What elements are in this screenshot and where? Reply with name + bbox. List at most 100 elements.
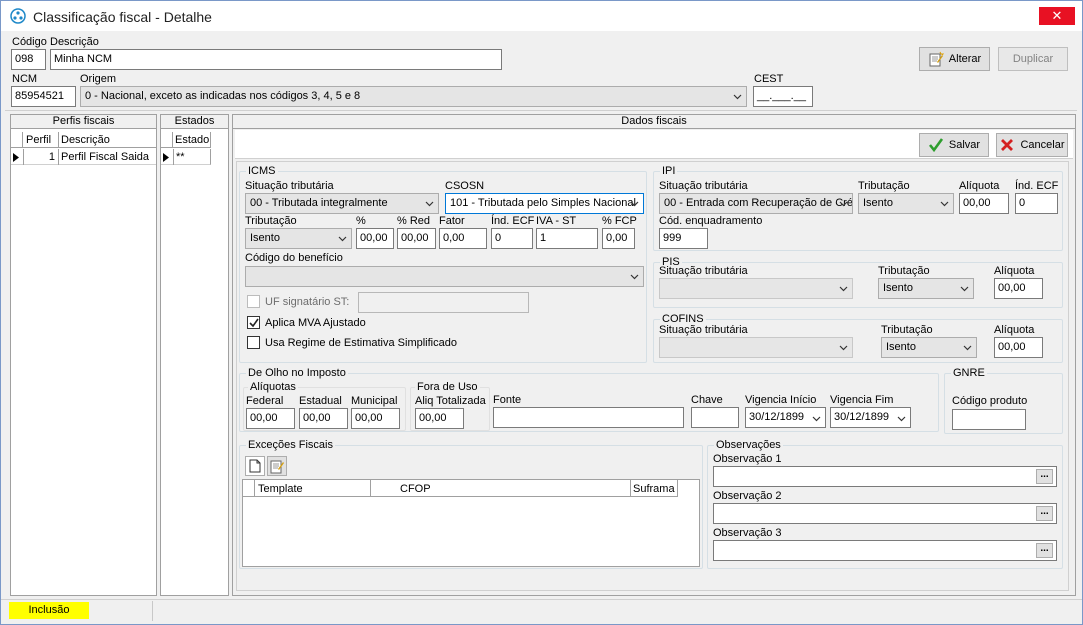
obs3-input[interactable]: ... [713,540,1057,561]
municipal-input[interactable]: 00,00 [351,408,400,429]
federal-input[interactable]: 00,00 [246,408,295,429]
cest-input[interactable]: __.___.__ [753,86,813,107]
alterar-label: Alterar [948,53,982,65]
pis-tributacao-label: Tributação [878,265,930,277]
aliq-total-input[interactable]: 00,00 [415,408,464,429]
ipi-tributacao-select[interactable]: Isento [858,193,954,214]
status-divider [152,601,153,621]
uf-signatario-input[interactable] [358,292,529,313]
fonte-input[interactable] [493,407,684,428]
checkbox-box [247,336,260,349]
perfil-cell: 1 [48,151,55,163]
obs1-ellipsis-button[interactable]: ... [1036,469,1053,484]
chevron-down-icon [630,201,639,207]
chevron-down-icon [839,345,848,351]
salvar-label: Salvar [948,139,981,151]
estados-panel: Estados Estado ** [160,114,229,596]
estadual-label: Estadual [299,395,342,407]
col-template[interactable]: Template [258,483,303,495]
ipi-situacao-select[interactable]: 00 - Entrada com Recuperação de Crédito [659,193,853,214]
aplica-mva-checkbox[interactable]: Aplica MVA Ajustado [247,316,366,329]
col-cfop[interactable]: CFOP [400,483,431,495]
ipi-ind-ecf-input[interactable]: 0 [1015,193,1058,214]
table-row[interactable]: 1 Perfil Fiscal Saida [11,149,156,165]
ipi-situacao-label: Situação tributária [659,180,748,192]
cofins-aliquota-input[interactable]: 00,00 [994,337,1043,358]
close-button[interactable]: ✕ [1039,7,1075,25]
beneficio-label: Código do benefício [245,252,343,264]
cancelar-button[interactable]: Cancelar [996,133,1068,157]
obs2-ellipsis-button[interactable]: ... [1036,506,1053,521]
cofins-tributacao-value: Isento [886,341,916,353]
pct-red-label: % Red [397,215,431,227]
beneficio-select[interactable] [245,266,644,287]
pct-fcp-label: % FCP [602,215,637,227]
obs3-label: Observação 3 [713,527,782,539]
vig-inicio-value: 30/12/1899 [749,411,805,423]
salvar-button[interactable]: Salvar [919,133,989,157]
edit-exception-button[interactable] [267,456,287,476]
enquadramento-input[interactable]: 999 [659,228,708,249]
icms-ind-ecf-input[interactable]: 0 [491,228,533,249]
excecoes-title: Exceções Fiscais [246,439,335,451]
origem-label: Origem [80,73,117,85]
cofins-tributacao-label: Tributação [881,324,933,336]
obs2-input[interactable]: ... [713,503,1057,524]
iva-st-input[interactable]: 1 [536,228,598,249]
title-bar: Classificação fiscal - Detalhe ✕ [1,1,1082,31]
gnre-codigo-input[interactable] [952,409,1026,430]
csosn-select[interactable]: 101 - Tributada pelo Simples Nacional [445,193,644,214]
cancel-x-icon [1001,139,1014,151]
excecoes-grid: Template CFOP Suframa [242,479,700,567]
codigo-input[interactable]: 098 [11,49,46,70]
chevron-down-icon [425,201,434,207]
icms-tributacao-value: Isento [250,232,280,244]
duplicar-label: Duplicar [1012,53,1054,65]
cofins-situacao-select[interactable] [659,337,853,358]
vig-fim-input[interactable]: 30/12/1899 [830,407,911,428]
regime-estimativa-checkbox[interactable]: Usa Regime de Estimativa Simplificado [247,336,457,349]
municipal-label: Municipal [351,395,398,407]
pis-tributacao-select[interactable]: Isento [878,278,974,299]
edit-icon [270,460,284,474]
icms-situacao-value: 00 - Tributada integralmente [250,197,388,209]
obs1-input[interactable]: ... [713,466,1057,487]
cofins-tributacao-select[interactable]: Isento [881,337,977,358]
pis-aliquota-label: Alíquota [994,265,1035,277]
table-row[interactable]: ** [161,149,211,165]
fora-uso-title: Fora de Uso [415,381,480,393]
icms-group: ICMS Situação tributária 00 - Tributada … [239,165,647,363]
estadual-input[interactable]: 00,00 [299,408,348,429]
ipi-aliquota-input[interactable]: 00,00 [959,193,1009,214]
descricao-input[interactable]: Minha NCM [50,49,502,70]
codigo-label: Código [12,36,47,48]
vig-inicio-input[interactable]: 30/12/1899 [745,407,826,428]
pct-red-input[interactable]: 00,00 [397,228,436,249]
fator-input[interactable]: 0,00 [439,228,487,249]
excecoes-group: Exceções Fiscais Template CFOP Suframa [239,439,703,569]
alterar-button[interactable]: Alterar [919,47,990,71]
new-document-icon [249,459,261,473]
gnre-title: GNRE [951,367,987,379]
pct-input[interactable]: 00,00 [356,228,394,249]
excecoes-grid-header: Template CFOP Suframa [243,480,678,497]
pis-aliquota-input[interactable]: 00,00 [994,278,1043,299]
col-estado[interactable]: Estado [175,134,209,146]
row-pointer-icon [13,153,19,162]
regime-label: Usa Regime de Estimativa Simplificado [265,336,457,349]
origem-select[interactable]: 0 - Nacional, exceto as indicadas nos có… [80,86,747,107]
obs3-ellipsis-button[interactable]: ... [1036,543,1053,558]
duplicar-button[interactable]: Duplicar [998,47,1068,71]
icms-tributacao-select[interactable]: Isento [245,228,352,249]
col-descricao[interactable]: Descrição [61,134,110,146]
icms-situacao-select[interactable]: 00 - Tributada integralmente [245,193,439,214]
uf-signatario-checkbox[interactable]: UF signatário ST: [247,295,349,308]
pis-situacao-select[interactable] [659,278,853,299]
col-suframa[interactable]: Suframa [633,483,675,495]
chevron-down-icon [733,94,742,100]
new-exception-button[interactable] [245,456,265,476]
pct-fcp-input[interactable]: 0,00 [602,228,635,249]
ncm-input[interactable]: 85954521 [11,86,76,107]
chevron-down-icon [897,416,906,422]
chave-input[interactable] [691,407,739,428]
